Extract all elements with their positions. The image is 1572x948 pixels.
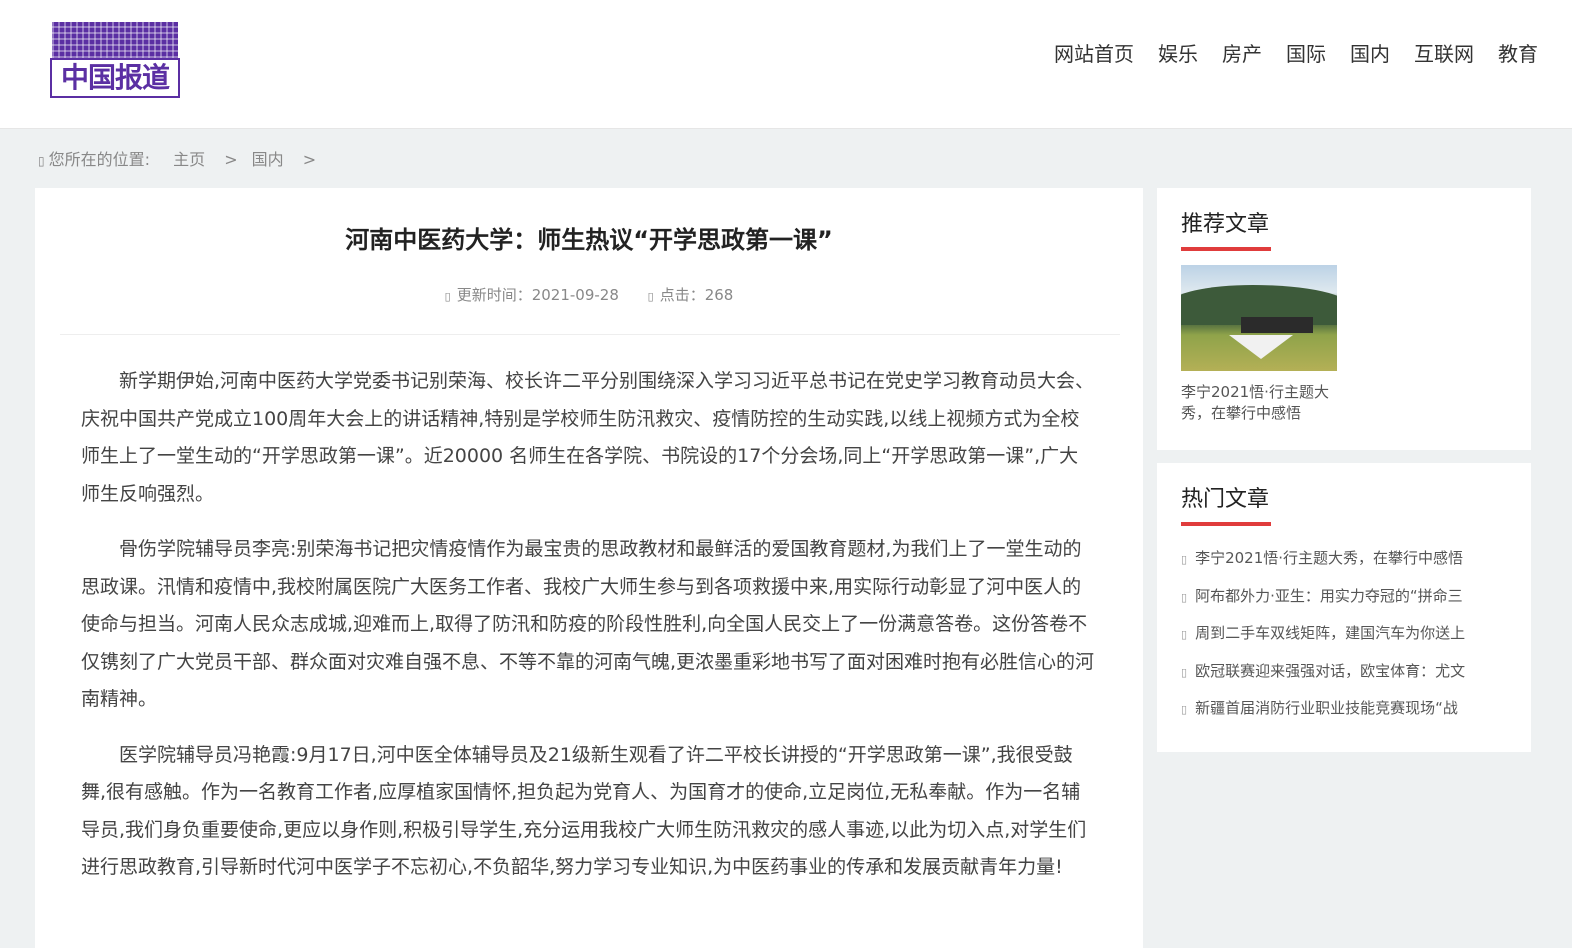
article-panel: 河南中医药大学：师生热议“开学思政第一课” ▯ 更新时间：2021-09-28 ▯… xyxy=(35,188,1143,948)
title-divider xyxy=(60,334,1120,335)
breadcrumb: ▯ 您所在的位置: 主页 > 国内 > xyxy=(38,148,330,173)
logo-pixel-banner xyxy=(52,22,178,58)
main-nav: 网站首页 娱乐 房产 国际 国内 互联网 教育 xyxy=(1054,38,1538,70)
hot-item-label: 阿布都外力·亚生：用实力夺冠的“拼命三 xyxy=(1195,586,1463,605)
breadcrumb-separator: > xyxy=(224,150,238,169)
hot-list: ▯ 李宁2021悟·行主题大秀，在攀行中感悟 ▯ 阿布都外力·亚生：用实力夺冠的“拼… xyxy=(1181,543,1501,731)
list-item[interactable]: ▯ 李宁2021悟·行主题大秀，在攀行中感悟 xyxy=(1181,543,1501,581)
article-body: 新学期伊始,河南中医药大学党委书记别荣海、校长许二平分别围绕深入学习习近平总书记… xyxy=(81,363,1095,905)
recommended-thumbnail[interactable] xyxy=(1181,265,1337,371)
article-title: 河南中医药大学：师生热议“开学思政第一课” xyxy=(345,226,833,254)
site-header: 中国报道 网站首页 娱乐 房产 国际 国内 互联网 教育 xyxy=(0,0,1572,129)
list-item[interactable]: ▯ 周到二手车双线矩阵，建国汽车为你送上 xyxy=(1181,618,1501,656)
breadcrumb-separator: > xyxy=(302,150,317,169)
article-meta: ▯ 更新时间：2021-09-28 ▯ 点击：268 xyxy=(35,284,1143,308)
nav-home[interactable]: 网站首页 xyxy=(1054,38,1134,70)
hot-item-label: 周到二手车双线矩阵，建国汽车为你送上 xyxy=(1195,624,1466,642)
article-paragraph: 医学院辅导员冯艳霞:9月17日,河中医全体辅导员及21级新生观看了许二平校长讲授… xyxy=(81,743,1087,879)
bullet-icon: ▯ xyxy=(1181,628,1188,641)
bullet-icon: ▯ xyxy=(1181,553,1188,566)
hot-item-label: 李宁2021悟·行主题大秀，在攀行中感悟 xyxy=(1195,549,1464,567)
hot-underline xyxy=(1181,522,1271,526)
article-updated: 更新时间：2021-09-28 xyxy=(456,286,619,304)
site-logo[interactable]: 中国报道 xyxy=(50,22,180,98)
hot-title: 热门文章 xyxy=(1181,487,1270,512)
bullet-icon: ▯ xyxy=(1181,590,1188,604)
eye-icon: ▯ xyxy=(647,290,654,303)
recommended-underline xyxy=(1181,247,1271,251)
breadcrumb-home[interactable]: 主页 xyxy=(173,150,205,169)
article-views: 点击：268 xyxy=(659,286,734,304)
nav-international[interactable]: 国际 xyxy=(1286,38,1326,70)
bullet-icon: ▯ xyxy=(1181,665,1188,679)
nav-internet[interactable]: 互联网 xyxy=(1414,38,1474,70)
list-item[interactable]: ▯ 欧冠联赛迎来强强对话，欧宝体育：尤文 xyxy=(1181,656,1501,694)
logo-text: 中国报道 xyxy=(50,58,180,98)
article-paragraph: 骨伤学院辅导员李亮:别荣海书记把灾情疫情作为最宝贵的思政教材和最鲜活的爱国教育题… xyxy=(81,538,1095,710)
recommended-panel: 推荐文章 李宁2021悟·行主题大秀，在攀行中感悟 xyxy=(1157,188,1531,450)
breadcrumb-domestic[interactable]: 国内 xyxy=(252,150,284,169)
nav-real-estate[interactable]: 房产 xyxy=(1222,38,1262,70)
list-item[interactable]: ▯ 阿布都外力·亚生：用实力夺冠的“拼命三 xyxy=(1181,581,1501,619)
recommended-title: 推荐文章 xyxy=(1181,212,1270,237)
nav-education[interactable]: 教育 xyxy=(1498,38,1538,70)
nav-domestic[interactable]: 国内 xyxy=(1350,38,1390,70)
hot-item-label: 新疆首届消防行业职业技能竞赛现场“战 xyxy=(1195,699,1458,717)
recommended-caption[interactable]: 李宁2021悟·行主题大秀，在攀行中感悟 xyxy=(1181,382,1347,424)
location-icon: ▯ xyxy=(38,154,45,168)
article-paragraph: 新学期伊始,河南中医药大学党委书记别荣海、校长许二平分别围绕深入学习习近平总书记… xyxy=(81,370,1095,505)
bullet-icon: ▯ xyxy=(1181,703,1188,716)
list-item[interactable]: ▯ 新疆首届消防行业职业技能竞赛现场“战 xyxy=(1181,693,1501,731)
breadcrumb-prefix: 您所在的位置: xyxy=(48,150,151,169)
hot-item-label: 欧冠联赛迎来强强对话，欧宝体育：尤文 xyxy=(1195,661,1466,680)
clock-icon: ▯ xyxy=(444,290,451,303)
hot-panel: 热门文章 ▯ 李宁2021悟·行主题大秀，在攀行中感悟 ▯ 阿布都外力·亚生：用实力… xyxy=(1157,463,1531,752)
nav-entertainment[interactable]: 娱乐 xyxy=(1158,38,1198,70)
